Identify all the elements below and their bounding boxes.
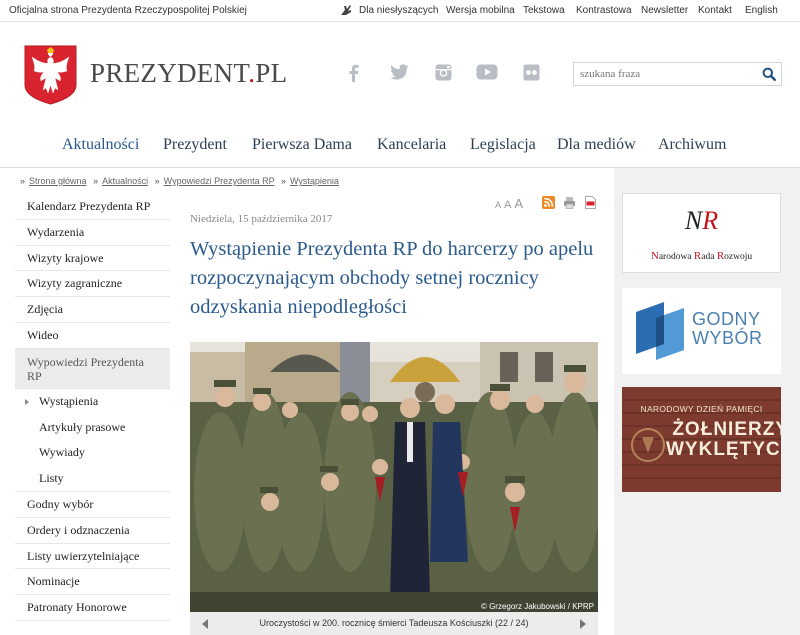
sidebar-subitem-interviews[interactable]: Wywiady [15,440,170,466]
site-name-logo[interactable]: PREZYDENT.PL [90,58,287,89]
sidebar-subitem-letters[interactable]: Listy [15,466,170,492]
sidebar-item-statements[interactable]: Wypowiedzi Prezydenta RP [15,348,170,389]
sidebar-item-events[interactable]: Wydarzenia [15,220,170,246]
sidebar-menu: Kalendarz Prezydenta RP Wydarzenia Wizyt… [15,194,170,621]
sidebar-item-photos[interactable]: Zdjęcia [15,297,170,323]
sidebar-item-foreign-visits[interactable]: Wizyty zagraniczne [15,271,170,298]
link-contact[interactable]: Kontakt [698,5,732,16]
banner-zolnierze-wykleci[interactable]: NARODOWY DZIEŃ PAMIĘCI ŻOŁNIERZY WYKLĘTYC… [622,387,781,492]
photo-scouts-with-president: © Grzegorz Jakubowski / KPRP [190,342,598,612]
nav-legislacja[interactable]: Legislacja [470,136,536,154]
chevron-right-icon [25,398,29,405]
print-icon[interactable] [563,196,576,209]
sidebar-item-godny-wybor[interactable]: Godny wybór [15,492,170,518]
nav-pierwsza-dama[interactable]: Pierwsza Dama [252,136,352,154]
previous-photo-arrow-icon[interactable] [202,619,208,629]
twitter-icon[interactable] [390,64,412,84]
zw-title: ŻOŁNIERZYWYKLĘTYCH [666,419,781,460]
link-mobile-version[interactable]: Wersja mobilna [446,5,515,16]
nrr-monogram: NR [684,206,719,235]
next-photo-arrow-icon[interactable] [580,619,586,629]
instagram-icon[interactable] [435,64,457,84]
article-date: Niedziela, 15 października 2017 [190,213,333,225]
sidebar-item-nominations[interactable]: Nominacje [15,569,170,596]
font-size-large[interactable]: A [514,196,523,211]
nav-aktualnosci[interactable]: Aktualności [62,136,139,154]
search-box [573,62,782,86]
search-input[interactable] [580,68,750,80]
nrr-label: Narodowa Rada Rozwoju [650,250,753,262]
link-english[interactable]: English [745,5,778,16]
link-deaf-access[interactable]: Dla niesłyszących [339,5,438,16]
sidebar-subitem-speeches[interactable]: Wystąpienia [15,389,170,415]
font-size-small[interactable]: A [495,200,501,210]
photo-credit: © Grzegorz Jakubowski / KPRP [481,602,594,611]
article-photo[interactable]: © Grzegorz Jakubowski / KPRP [190,342,598,612]
official-site-label: Oficjalna strona Prezydenta Rzeczypospol… [9,5,247,16]
facebook-icon[interactable] [346,64,368,84]
banner-godny-wybor[interactable]: GODNY WYBÓR [622,288,781,374]
link-text-version[interactable]: Tekstowa [523,5,565,16]
link-newsletter[interactable]: Newsletter [641,5,688,16]
nav-dla-mediow[interactable]: Dla mediów [557,136,636,154]
sidebar-subitem-press-articles[interactable]: Artykuły prasowe [15,415,170,441]
nav-kancelaria[interactable]: Kancelaria [377,136,446,154]
banner-narodowa-rada-rozwoju[interactable]: NR Narodowa Rada Rozwoju [622,193,781,273]
godny-wybor-text: GODNY WYBÓR [692,309,763,348]
sidebar-item-patronage[interactable]: Patronaty Honorowe [15,595,170,621]
breadcrumb-speeches[interactable]: Wystąpienia [290,176,339,186]
main-navigation: Aktualności Prezydent Pierwsza Dama Kanc… [0,134,800,168]
breadcrumb-statements[interactable]: Wypowiedzi Prezydenta RP [164,176,275,186]
font-size-controls: AAA [495,195,526,213]
link-contrast-version[interactable]: Kontrastowa [576,5,632,16]
article-title: Wystąpienie Prezydenta RP do harcerzy po… [190,238,594,318]
sidebar-item-credentials[interactable]: Listy uwierzytelniające [15,544,170,570]
sidebar-item-video[interactable]: Wideo [15,323,170,349]
youtube-icon[interactable] [476,64,498,84]
rss-icon[interactable] [542,196,555,209]
breadcrumb: » Strona główna » Aktualności » Wypowiedzi … [20,176,339,186]
polish-eagle-logo[interactable] [24,45,77,105]
sidebar-item-calendar[interactable]: Kalendarz Prezydenta RP [15,194,170,220]
sidebar-item-orders[interactable]: Ordery i odznaczenia [15,518,170,544]
pdf-icon[interactable] [585,196,598,209]
photo-caption: Uroczystości w 200. rocznicę śmierci Tad… [259,618,529,628]
zw-heading: NARODOWY DZIEŃ PAMIĘCI [640,404,763,414]
hand-icon [341,5,351,15]
breadcrumb-news[interactable]: Aktualności [102,176,148,186]
top-utility-bar: Oficjalna strona Prezydenta Rzeczypospol… [0,0,800,22]
sidebar-item-domestic-visits[interactable]: Wizyty krajowe [15,246,170,272]
flickr-icon[interactable] [523,64,545,84]
nav-archiwum[interactable]: Archiwum [658,136,726,154]
font-size-medium[interactable]: A [504,199,511,211]
godny-wybor-logo-icon [636,302,684,360]
search-icon[interactable] [762,67,776,86]
photo-caption-bar: Uroczystości w 200. rocznicę śmierci Tad… [190,612,598,635]
nav-prezydent[interactable]: Prezydent [163,136,227,154]
breadcrumb-home[interactable]: Strona główna [29,176,87,186]
